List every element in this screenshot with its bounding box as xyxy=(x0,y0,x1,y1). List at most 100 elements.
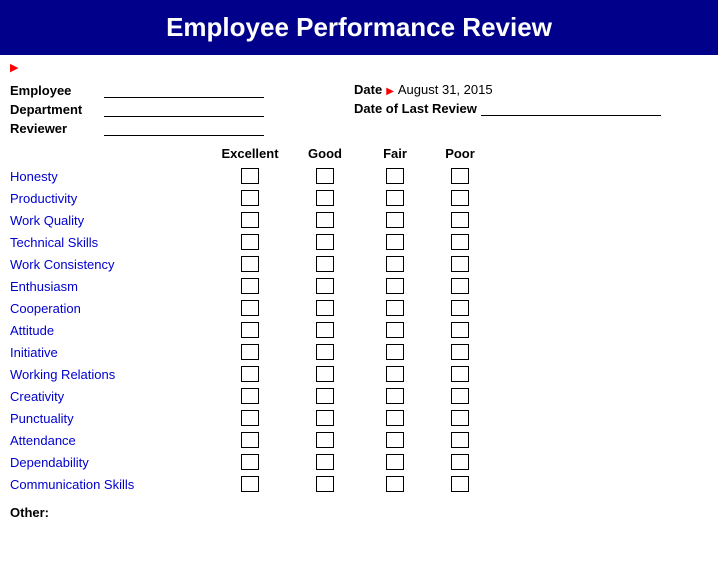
checkbox-cell[interactable] xyxy=(241,476,259,492)
checkbox-cell[interactable] xyxy=(451,410,469,426)
department-field-row: Department xyxy=(10,101,264,117)
row-label: Honesty xyxy=(10,169,210,184)
checkbox-cell[interactable] xyxy=(316,410,334,426)
table-row: Attendance xyxy=(10,429,708,451)
checkbox-cell[interactable] xyxy=(241,322,259,338)
checkbox-cell[interactable] xyxy=(241,454,259,470)
table-row: Creativity xyxy=(10,385,708,407)
reviewer-field-row: Reviewer xyxy=(10,120,264,136)
checkbox-cell[interactable] xyxy=(386,278,404,294)
row-label: Work Quality xyxy=(10,213,210,228)
checkbox-cell[interactable] xyxy=(316,366,334,382)
date-marker: ▶ xyxy=(386,86,394,97)
checkbox-cell[interactable] xyxy=(386,410,404,426)
checkbox-cell[interactable] xyxy=(386,256,404,272)
checkbox-cell[interactable] xyxy=(316,300,334,316)
checkbox-cell[interactable] xyxy=(451,190,469,206)
checkbox-cell[interactable] xyxy=(451,432,469,448)
row-label: Creativity xyxy=(10,389,210,404)
checkbox-cell[interactable] xyxy=(451,212,469,228)
checkbox-cell[interactable] xyxy=(241,256,259,272)
checkbox-cell[interactable] xyxy=(241,190,259,206)
row-label: Enthusiasm xyxy=(10,279,210,294)
checkbox-cell[interactable] xyxy=(316,344,334,360)
checkbox-cell[interactable] xyxy=(451,278,469,294)
checkbox-cell[interactable] xyxy=(316,190,334,206)
checkbox-cell[interactable] xyxy=(451,322,469,338)
row-label: Working Relations xyxy=(10,367,210,382)
table-row: Work Consistency xyxy=(10,253,708,275)
checkbox-cell[interactable] xyxy=(451,300,469,316)
reviewer-label: Reviewer xyxy=(10,121,100,136)
checkbox-cell[interactable] xyxy=(316,322,334,338)
table-row: Enthusiasm xyxy=(10,275,708,297)
checkbox-cell[interactable] xyxy=(316,234,334,250)
checkbox-cell[interactable] xyxy=(241,234,259,250)
checkbox-cell[interactable] xyxy=(316,454,334,470)
table-row: Technical Skills xyxy=(10,231,708,253)
table-row: Communication Skills xyxy=(10,473,708,495)
last-review-input[interactable] xyxy=(481,100,661,116)
checkbox-cell[interactable] xyxy=(386,168,404,184)
last-review-row: Date of Last Review xyxy=(354,100,661,116)
department-input[interactable] xyxy=(104,101,264,117)
employee-input[interactable] xyxy=(104,82,264,98)
checkbox-cell[interactable] xyxy=(386,454,404,470)
row-label: Cooperation xyxy=(10,301,210,316)
checkbox-cell[interactable] xyxy=(316,278,334,294)
checkbox-cell[interactable] xyxy=(386,300,404,316)
checkbox-cell[interactable] xyxy=(386,212,404,228)
department-label: Department xyxy=(10,102,100,117)
checkbox-cell[interactable] xyxy=(241,300,259,316)
checkbox-cell[interactable] xyxy=(241,410,259,426)
reviewer-input[interactable] xyxy=(104,120,264,136)
checkbox-cell[interactable] xyxy=(451,366,469,382)
checkbox-cell[interactable] xyxy=(451,388,469,404)
right-fields: Date ▶ August 31, 2015 Date of Last Revi… xyxy=(354,82,661,136)
checkbox-cell[interactable] xyxy=(386,322,404,338)
checkbox-cell[interactable] xyxy=(241,212,259,228)
checkbox-cell[interactable] xyxy=(451,344,469,360)
checkbox-cell[interactable] xyxy=(241,432,259,448)
table-row: Punctuality xyxy=(10,407,708,429)
checkbox-cell[interactable] xyxy=(316,476,334,492)
table-row: Cooperation xyxy=(10,297,708,319)
table-row: Honesty xyxy=(10,165,708,187)
red-arrow-icon: ▶ xyxy=(10,62,18,74)
left-fields: Employee Department Reviewer xyxy=(10,82,264,136)
checkbox-cell[interactable] xyxy=(241,366,259,382)
row-label: Technical Skills xyxy=(10,235,210,250)
fields-section: Employee Department Reviewer Date ▶ Augu… xyxy=(0,76,718,140)
checkbox-cell[interactable] xyxy=(316,388,334,404)
checkbox-cell[interactable] xyxy=(386,388,404,404)
checkbox-cell[interactable] xyxy=(241,278,259,294)
checkbox-cell[interactable] xyxy=(316,212,334,228)
checkbox-cell[interactable] xyxy=(451,168,469,184)
col-header-poor: Poor xyxy=(430,146,490,161)
checkbox-cell[interactable] xyxy=(386,432,404,448)
checkbox-cell[interactable] xyxy=(316,256,334,272)
employee-label: Employee xyxy=(10,83,100,98)
checkbox-cell[interactable] xyxy=(316,432,334,448)
checkbox-cell[interactable] xyxy=(316,168,334,184)
date-label: Date xyxy=(354,82,382,97)
table-row: Initiative xyxy=(10,341,708,363)
checkbox-cell[interactable] xyxy=(241,168,259,184)
checkbox-cell[interactable] xyxy=(451,454,469,470)
row-label: Attendance xyxy=(10,433,210,448)
checkbox-cell[interactable] xyxy=(451,256,469,272)
checkbox-cell[interactable] xyxy=(241,388,259,404)
ratings-section: Excellent Good Fair Poor HonestyProducti… xyxy=(0,140,718,495)
checkbox-cell[interactable] xyxy=(386,476,404,492)
checkbox-cell[interactable] xyxy=(241,344,259,360)
checkbox-cell[interactable] xyxy=(451,476,469,492)
row-label: Productivity xyxy=(10,191,210,206)
checkbox-cell[interactable] xyxy=(386,344,404,360)
checkbox-cell[interactable] xyxy=(386,234,404,250)
date-value: August 31, 2015 xyxy=(398,82,493,97)
subheader-row: ▶ xyxy=(0,55,718,76)
checkbox-cell[interactable] xyxy=(386,366,404,382)
checkbox-cell[interactable] xyxy=(451,234,469,250)
other-label: Other: xyxy=(10,505,49,520)
checkbox-cell[interactable] xyxy=(386,190,404,206)
